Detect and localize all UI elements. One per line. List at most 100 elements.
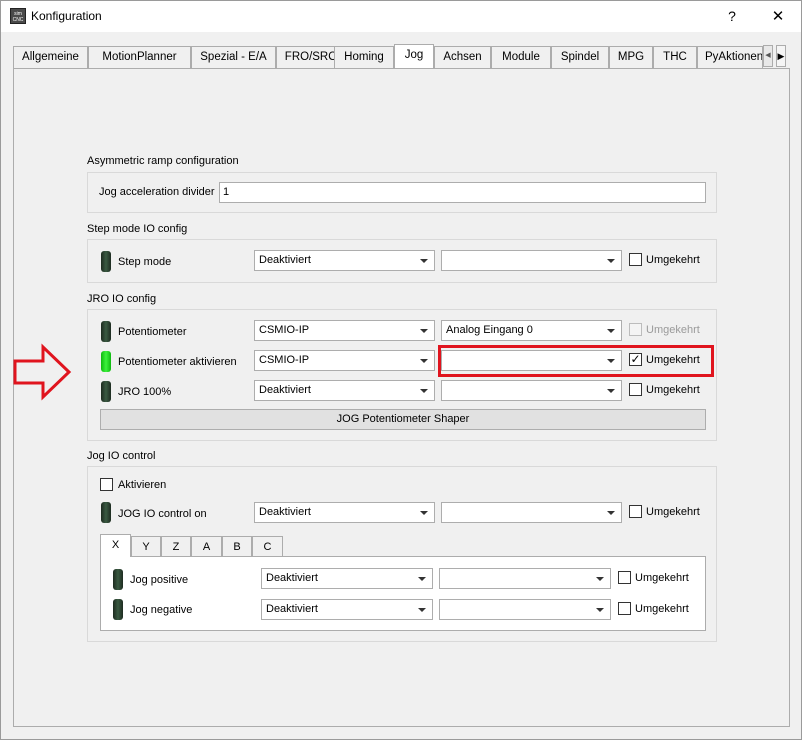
app-icon-text: sim CNC — [12, 11, 24, 23]
app-icon: sim CNC — [10, 8, 26, 24]
potentiometer-pin-select[interactable]: Analog Eingang 0 — [441, 320, 622, 341]
jog-io-control-pin-select[interactable] — [441, 502, 622, 523]
axis-tab-b[interactable]: B — [222, 536, 252, 558]
chevron-down-icon — [607, 329, 615, 333]
potentiometer-pin-value: Analog Eingang 0 — [446, 324, 533, 336]
chevron-down-icon — [607, 511, 615, 515]
potentiometer-enable-module-select[interactable]: CSMIO-IP — [254, 350, 435, 371]
jog-io-control-inverted-checkbox[interactable] — [629, 505, 642, 518]
title-bar: sim CNC Konfiguration ? ✕ — [1, 1, 801, 32]
jog-io-control-inverted-label: Umgekehrt — [646, 506, 700, 518]
axis-tab-c[interactable]: C — [252, 536, 283, 558]
chevron-down-icon — [596, 577, 604, 581]
jro-100-label: JRO 100% — [118, 386, 172, 398]
jog-positive-label: Jog positive — [130, 574, 189, 586]
potentiometer-inverted-checkbox — [629, 323, 642, 336]
potentiometer-enable-module-value: CSMIO-IP — [259, 354, 310, 366]
chevron-down-icon — [420, 359, 428, 363]
chevron-down-icon — [418, 577, 426, 581]
tab-mpg[interactable]: MPG — [609, 46, 653, 68]
window-title: Konfiguration — [31, 9, 102, 23]
jog-accel-divider-input[interactable]: 1 — [219, 182, 706, 203]
highlight-box — [438, 345, 714, 377]
jog-positive-pin-select[interactable] — [439, 568, 611, 589]
chevron-down-icon — [420, 389, 428, 393]
step-section-title: Step mode IO config — [87, 223, 188, 235]
jog-negative-inverted-checkbox[interactable] — [618, 602, 631, 615]
jog-io-control-module-value: Deaktiviert — [259, 506, 311, 518]
jro-section-title: JRO IO config — [87, 293, 157, 305]
axis-tab-y[interactable]: Y — [131, 536, 161, 558]
potentiometer-enable-label: Potentiometer aktivieren — [118, 356, 237, 368]
potentiometer-inverted-label: Umgekehrt — [646, 324, 700, 336]
config-window: sim CNC Konfiguration ? ✕ Allgemeine Mot… — [0, 0, 802, 740]
tab-thc[interactable]: THC — [653, 46, 697, 68]
step-mode-module-value: Deaktiviert — [259, 254, 311, 266]
jogio-group: Aktivieren JOG IO control on Deaktiviert… — [87, 466, 717, 642]
chevron-down-icon — [420, 259, 428, 263]
chevron-down-icon — [420, 329, 428, 333]
asym-group: Jog acceleration divider 1 — [87, 172, 717, 213]
jog-positive-led-icon — [113, 569, 123, 590]
tab-scroll-right-icon[interactable]: ▶ — [776, 45, 786, 67]
jogio-section-title: Jog IO control — [87, 450, 156, 462]
potentiometer-module-select[interactable]: CSMIO-IP — [254, 320, 435, 341]
jro-100-pin-select[interactable] — [441, 380, 622, 401]
step-mode-pin-select[interactable] — [441, 250, 622, 271]
jogio-enable-checkbox[interactable] — [100, 478, 113, 491]
jro-100-led-icon — [101, 381, 111, 402]
chevron-down-icon — [418, 608, 426, 612]
jro-100-module-value: Deaktiviert — [259, 384, 311, 396]
chevron-down-icon — [420, 511, 428, 515]
tab-scroll-left-icon[interactable]: ◀ — [763, 45, 773, 67]
tab-achsen[interactable]: Achsen — [434, 46, 491, 68]
tab-homing[interactable]: Homing — [334, 46, 394, 68]
jog-io-control-led-icon — [101, 502, 111, 523]
jogio-enable-label: Aktivieren — [118, 479, 167, 491]
red-arrow-icon — [13, 343, 72, 401]
tab-pyaktionen[interactable]: PyAktionen — [697, 46, 763, 68]
jog-negative-led-icon — [113, 599, 123, 620]
axis-tab-a[interactable]: A — [191, 536, 222, 558]
jog-negative-pin-select[interactable] — [439, 599, 611, 620]
tab-motionplanner[interactable]: MotionPlanner — [88, 46, 191, 68]
step-mode-label: Step mode — [118, 256, 172, 268]
jog-potentiometer-shaper-button[interactable]: JOG Potentiometer Shaper — [100, 409, 706, 430]
jog-positive-inverted-checkbox[interactable] — [618, 571, 631, 584]
jog-io-control-module-select[interactable]: Deaktiviert — [254, 502, 435, 523]
jog-negative-module-select[interactable]: Deaktiviert — [261, 599, 433, 620]
jog-negative-inverted-label: Umgekehrt — [635, 603, 689, 615]
axis-tab-x[interactable]: X — [100, 534, 131, 557]
jog-panel: Asymmetric ramp configuration Jog accele… — [13, 68, 790, 727]
potentiometer-module-value: CSMIO-IP — [259, 324, 310, 336]
jro-100-inverted-label: Umgekehrt — [646, 384, 700, 396]
tab-allgemeine[interactable]: Allgemeine — [13, 46, 88, 68]
tab-spezial-ea[interactable]: Spezial - E/A — [191, 46, 276, 68]
jro-100-inverted-checkbox[interactable] — [629, 383, 642, 396]
jog-negative-module-value: Deaktiviert — [266, 603, 318, 615]
step-group: Step mode Deaktiviert Umgekehrt — [87, 239, 717, 283]
axis-panel: Jog positive Deaktiviert Umgekehrt Jog n… — [100, 556, 706, 631]
help-button[interactable]: ? — [709, 1, 755, 32]
potentiometer-enable-led-icon — [101, 351, 111, 372]
step-mode-module-select[interactable]: Deaktiviert — [254, 250, 435, 271]
jog-positive-module-select[interactable]: Deaktiviert — [261, 568, 433, 589]
main-tab-bar: Allgemeine MotionPlanner Spezial - E/A F… — [13, 44, 763, 68]
axis-tab-z[interactable]: Z — [161, 536, 191, 558]
chevron-down-icon — [607, 259, 615, 263]
jog-positive-inverted-label: Umgekehrt — [635, 572, 689, 584]
jog-negative-label: Jog negative — [130, 604, 193, 616]
jog-accel-divider-label: Jog acceleration divider — [99, 186, 215, 198]
potentiometer-label: Potentiometer — [118, 326, 187, 338]
step-mode-inverted-checkbox[interactable] — [629, 253, 642, 266]
tab-jog[interactable]: Jog — [394, 44, 434, 68]
chevron-down-icon — [607, 389, 615, 393]
jro-100-module-select[interactable]: Deaktiviert — [254, 380, 435, 401]
step-mode-inverted-label: Umgekehrt — [646, 254, 700, 266]
close-button[interactable]: ✕ — [755, 1, 801, 32]
tab-spindel[interactable]: Spindel — [551, 46, 609, 68]
tab-module[interactable]: Module — [491, 46, 551, 68]
potentiometer-led-icon — [101, 321, 111, 342]
chevron-down-icon — [596, 608, 604, 612]
jog-io-control-label: JOG IO control on — [118, 508, 207, 520]
